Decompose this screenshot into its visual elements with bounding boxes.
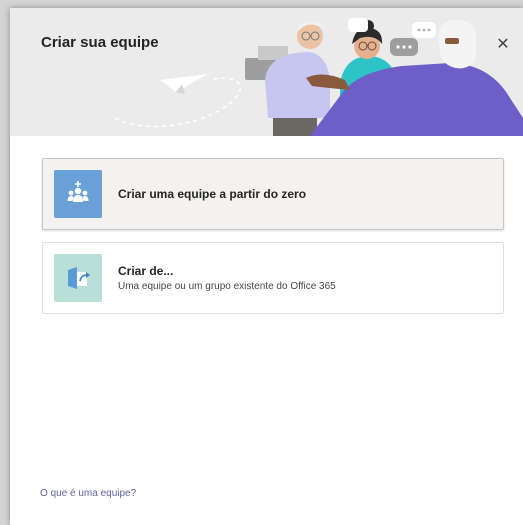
create-options-list: Criar uma equipe a partir do zero Criar … [42,158,504,326]
door-arrow-icon [68,267,90,289]
option-create-from-existing[interactable]: Criar de... Uma equipe ou um grupo exist… [42,242,504,314]
dialog-header: Criar sua equipe ✕ [10,8,523,136]
option-text: Criar uma equipe a partir do zero [118,187,306,201]
close-icon: ✕ [496,36,510,53]
close-button[interactable]: ✕ [491,32,515,56]
option-text: Criar de... Uma equipe ou um grupo exist… [118,264,336,292]
what-is-a-team-link[interactable]: O que é uma equipe? [40,488,136,499]
option-icon-box [54,170,102,218]
team-illustration [114,18,523,136]
dialog-title: Criar sua equipe [41,34,159,51]
option-title: Criar uma equipe a partir do zero [118,187,307,201]
option-create-from-scratch[interactable]: Criar uma equipe a partir do zero [42,158,504,230]
people-plus-icon [67,181,89,202]
paper-plane-icon [160,74,208,92]
option-icon-box [54,254,102,302]
create-team-dialog: Criar sua equipe ✕ Criar uma equipe a pa… [10,8,523,525]
option-subtitle: Uma equipe ou um grupo existente do Offi… [118,281,336,292]
option-title: Criar de... [118,264,174,278]
